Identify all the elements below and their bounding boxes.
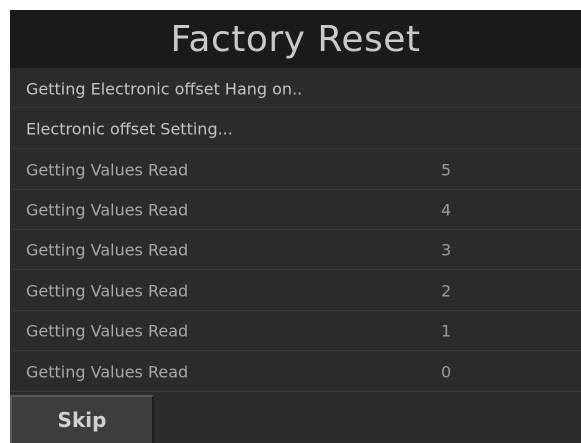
reading-row: Getting Values Read 0 [10,352,581,392]
status-line: Electronic offset Setting... [10,109,581,149]
reading-value: 2 [441,281,452,300]
reading-value: 1 [441,321,452,341]
status-line-text: Getting Electronic offset Hang on.. [26,79,303,98]
reading-row: Getting Values Read 2 [10,271,581,311]
reading-label: Getting Values Read [26,160,189,179]
reading-value: 4 [441,200,452,220]
reading-label: Getting Values Read [26,281,189,300]
skip-button[interactable]: Skip [10,395,154,443]
reading-value: 0 [441,362,452,381]
page-title: Factory Reset [170,18,421,60]
skip-button-label: Skip [57,408,107,432]
title-bar: Factory Reset [10,10,581,68]
status-line: Getting Electronic offset Hang on.. [10,70,581,108]
reading-row: Getting Values Read 1 [10,312,581,351]
reading-label: Getting Values Read [26,200,189,220]
reading-value: 3 [441,240,452,260]
reading-row: Getting Values Read 5 [10,150,581,190]
status-line-text: Electronic offset Setting... [26,119,233,138]
reading-value: 5 [441,160,452,179]
reading-label: Getting Values Read [26,240,189,260]
reading-label: Getting Values Read [26,321,189,341]
factory-reset-screen: Factory Reset Getting Electronic offset … [10,10,581,443]
reading-label: Getting Values Read [26,362,189,381]
reading-row: Getting Values Read 4 [10,191,581,230]
reading-row: Getting Values Read 3 [10,231,581,270]
